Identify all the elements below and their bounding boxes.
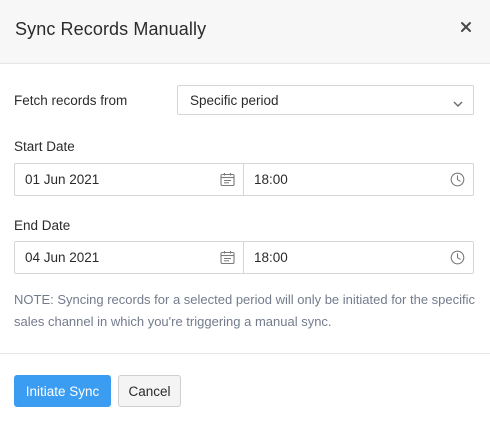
cancel-button[interactable]: Cancel — [118, 375, 181, 407]
start-time-value: 18:00 — [254, 172, 288, 187]
initiate-sync-button[interactable]: Initiate Sync — [14, 375, 111, 407]
note-text: Syncing records for a selected period wi… — [14, 292, 476, 329]
sync-note: NOTE: Syncing records for a selected per… — [14, 289, 476, 333]
start-datetime-field: 01 Jun 2021 18:00 — [14, 163, 474, 196]
fetch-records-value: Specific period — [190, 93, 279, 108]
calendar-icon[interactable] — [220, 172, 235, 192]
clock-icon[interactable] — [450, 250, 465, 270]
sync-records-dialog: Sync Records Manually Fetch records from… — [0, 0, 490, 421]
fetch-records-select[interactable]: Specific period — [177, 85, 474, 115]
end-date-value: 04 Jun 2021 — [25, 250, 100, 265]
dialog-header: Sync Records Manually — [0, 0, 490, 64]
end-datetime-field: 04 Jun 2021 18:00 — [14, 241, 474, 274]
end-date-input[interactable]: 04 Jun 2021 — [15, 242, 244, 273]
start-time-input[interactable]: 18:00 — [244, 164, 473, 195]
end-time-input[interactable]: 18:00 — [244, 242, 473, 273]
footer-divider — [0, 353, 490, 354]
dialog-title: Sync Records Manually — [15, 19, 207, 39]
calendar-icon[interactable] — [220, 250, 235, 270]
chevron-down-icon — [452, 96, 464, 114]
end-date-label: End Date — [14, 218, 71, 233]
fetch-records-label: Fetch records from — [14, 93, 128, 108]
start-date-value: 01 Jun 2021 — [25, 172, 100, 187]
start-date-label: Start Date — [14, 139, 75, 154]
start-date-input[interactable]: 01 Jun 2021 — [15, 164, 244, 195]
close-icon[interactable] — [455, 16, 477, 38]
clock-icon[interactable] — [450, 172, 465, 192]
note-prefix: NOTE: — [14, 292, 54, 307]
end-time-value: 18:00 — [254, 250, 288, 265]
